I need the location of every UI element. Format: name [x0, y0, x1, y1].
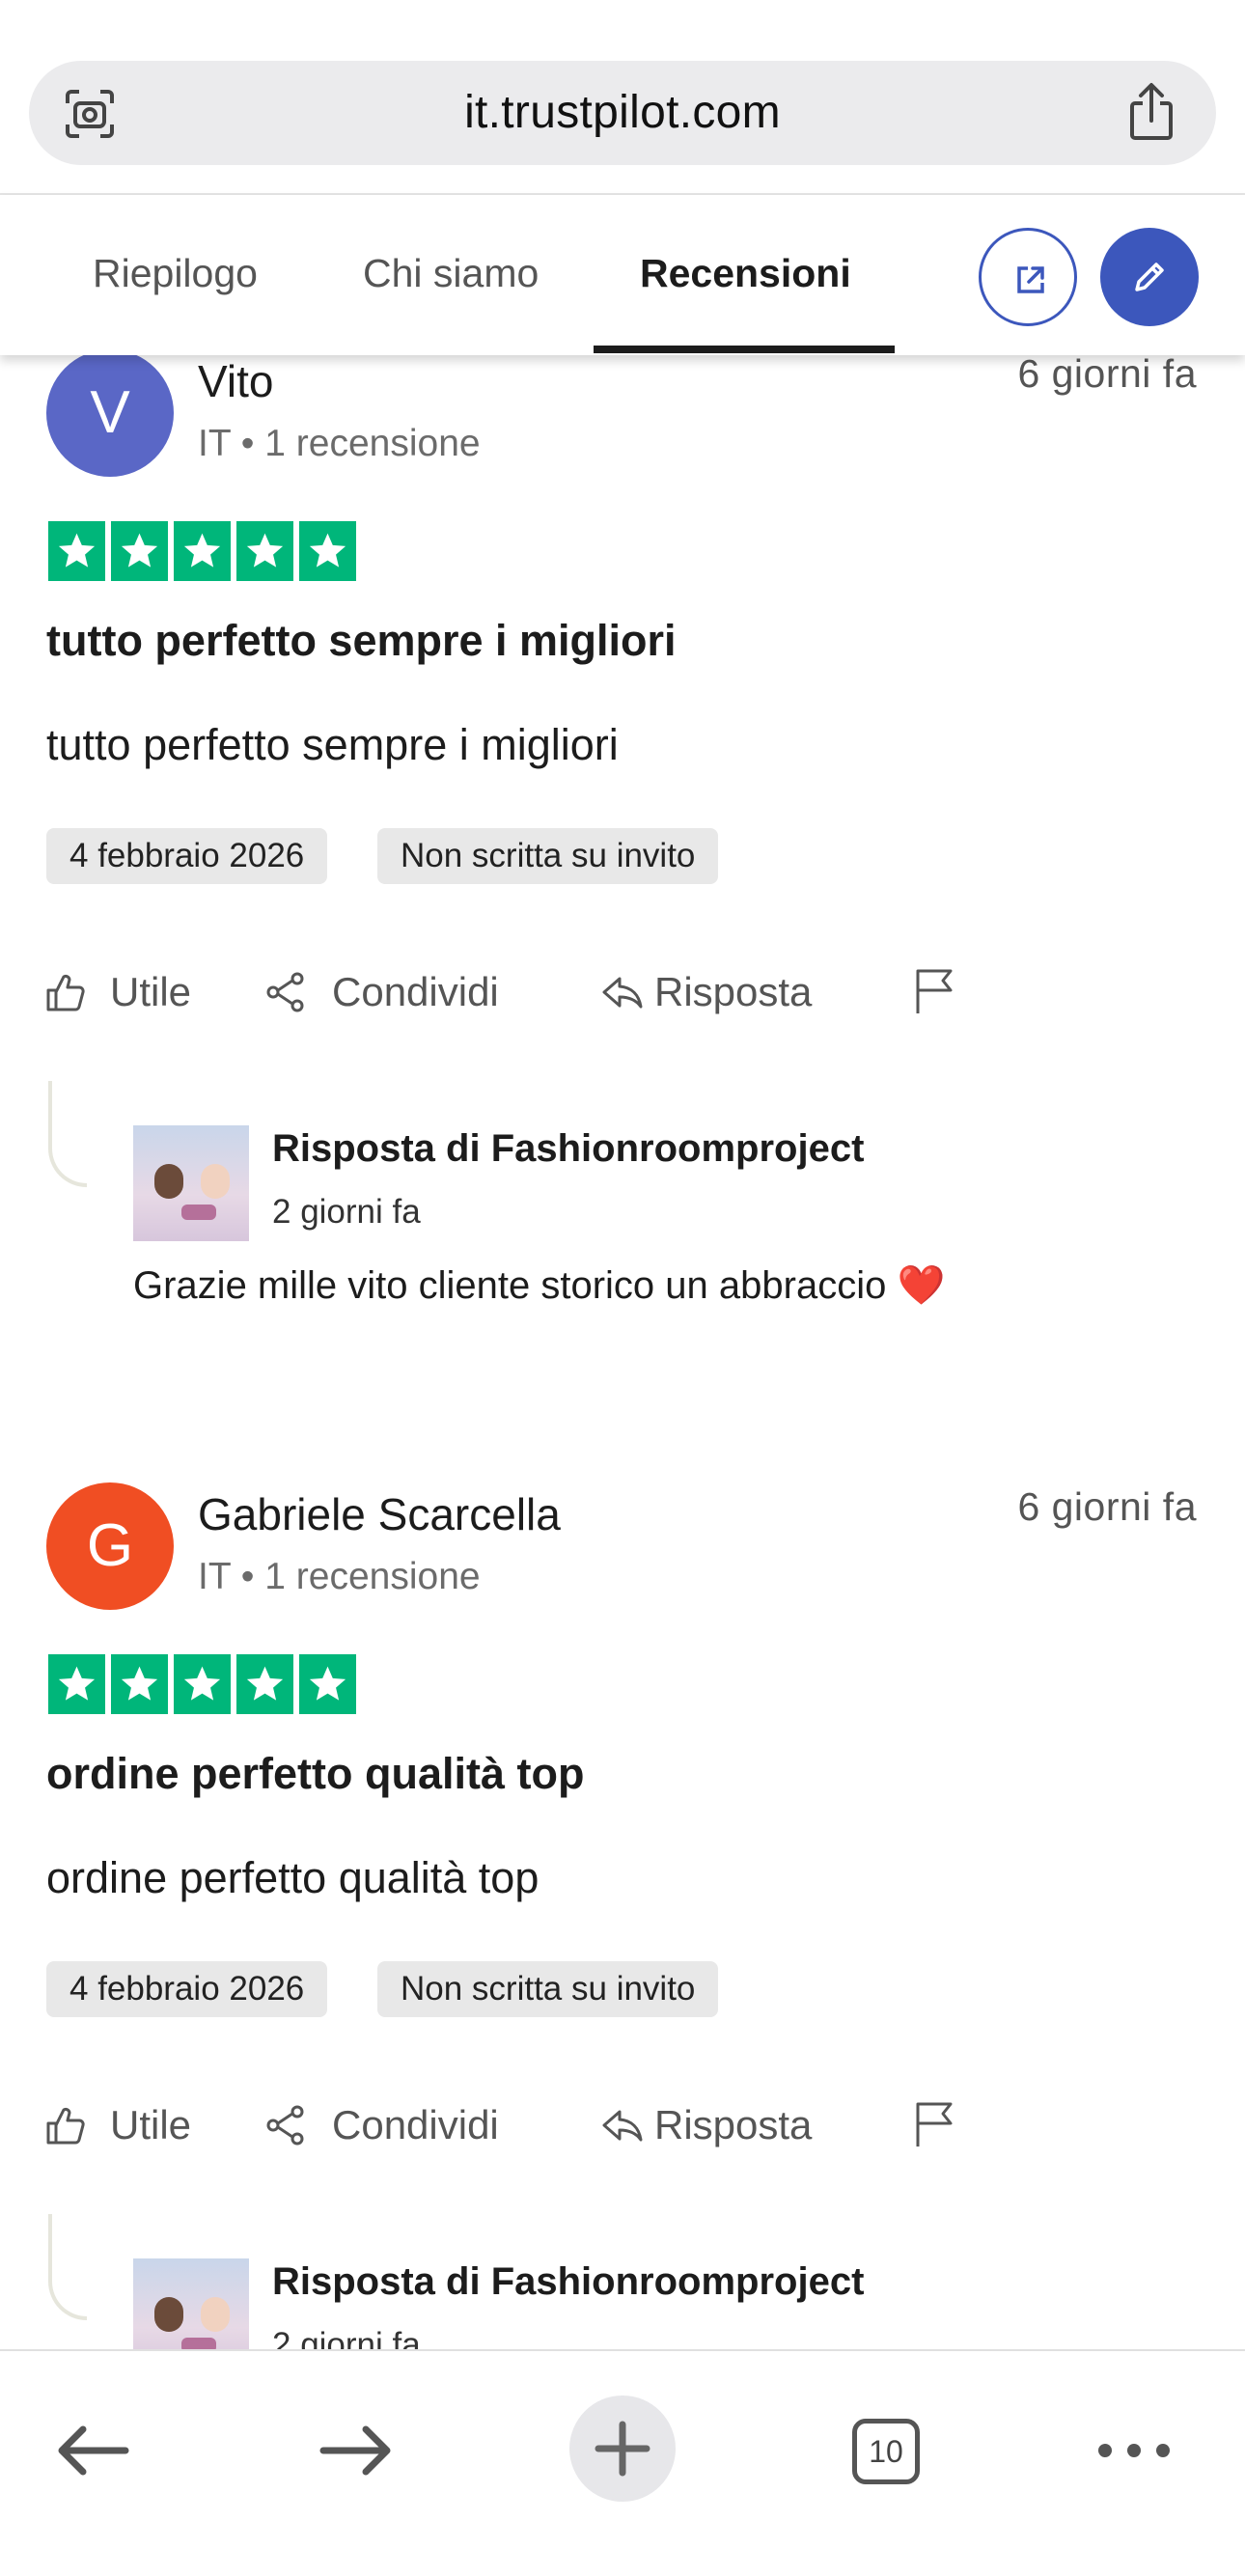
more-dots-icon — [1098, 2444, 1170, 2457]
pencil-icon — [1135, 263, 1164, 291]
useful-label: Utile — [110, 2102, 192, 2147]
useful-button[interactable]: Utile — [44, 2096, 208, 2154]
star-icon — [48, 1654, 105, 1714]
useful-button[interactable]: Utile — [44, 963, 208, 1021]
arrow-right-icon — [319, 2425, 391, 2476]
review-title[interactable]: ordine perfetto qualità top — [46, 1749, 585, 1799]
star-icon — [174, 521, 231, 581]
reply-label: Risposta — [654, 2102, 813, 2147]
url-text[interactable]: it.trustpilot.com — [29, 61, 1216, 165]
reviewer-name[interactable]: Vito — [198, 355, 273, 407]
reply-author: Risposta di Fashionroomproject — [272, 1127, 865, 1170]
star-icon — [111, 521, 168, 581]
forward-button[interactable] — [304, 2397, 410, 2504]
share-label: Condividi — [332, 969, 499, 1014]
star-rating — [48, 521, 359, 581]
review-relative-date: 6 giorni fa — [1017, 351, 1197, 396]
external-link-icon — [1017, 266, 1044, 293]
invite-status-chip: Non scritta su invito — [377, 1961, 719, 2017]
back-button[interactable] — [39, 2397, 145, 2504]
share-nodes-icon — [266, 972, 304, 1012]
reply-author: Risposta di Fashionroomproject — [272, 2260, 865, 2303]
flag-icon[interactable] — [914, 967, 956, 1015]
browser-bottom-toolbar: 10 — [0, 2349, 1245, 2576]
tabs-count-button[interactable]: 10 — [852, 2419, 920, 2484]
reviewer-meta: IT • 1 recensione — [198, 1556, 481, 1597]
thumbs-up-icon — [46, 2107, 85, 2145]
invite-status-chip: Non scritta su invito — [377, 828, 719, 884]
star-icon — [111, 1654, 168, 1714]
active-tab-indicator — [594, 346, 895, 353]
review-body: ordine perfetto qualità top — [46, 1853, 540, 1902]
reply-button[interactable]: Risposta — [600, 963, 832, 1021]
tab-chi-siamo[interactable]: Chi siamo — [363, 195, 539, 355]
reply-date: 2 giorni fa — [272, 1193, 421, 1231]
share-label: Condividi — [332, 2102, 499, 2147]
review-date-chip: 4 febbraio 2026 — [46, 1961, 328, 2017]
plus-icon — [595, 2421, 650, 2477]
star-rating — [48, 1654, 359, 1714]
review-title[interactable]: tutto perfetto sempre i migliori — [46, 616, 677, 666]
star-icon — [299, 1654, 356, 1714]
heart-emoji: ❤️ — [897, 1264, 946, 1307]
star-icon — [299, 521, 356, 581]
company-tab-nav: Riepilogo Chi siamo Recensioni — [0, 195, 1245, 355]
reply-connector-line — [48, 2214, 87, 2320]
reviewer-name[interactable]: Gabriele Scarcella — [198, 1488, 561, 1540]
reply-text: Grazie mille vito cliente storico un abb… — [133, 1262, 945, 1308]
star-icon — [236, 1654, 293, 1714]
useful-label: Utile — [110, 969, 192, 1014]
review-body: tutto perfetto sempre i migliori — [46, 720, 619, 769]
reply-connector-line — [48, 1081, 87, 1187]
share-review-button[interactable]: Condividi — [264, 963, 515, 1021]
reply-arrow-icon — [602, 2110, 643, 2142]
share-nodes-icon — [266, 2105, 304, 2146]
star-icon — [174, 1654, 231, 1714]
tab-recensioni[interactable]: Recensioni — [640, 195, 851, 355]
more-menu-button[interactable] — [1081, 2397, 1187, 2504]
avatar[interactable]: V — [46, 349, 174, 477]
avatar[interactable]: G — [46, 1482, 174, 1610]
new-tab-button[interactable] — [569, 2396, 676, 2502]
write-review-button[interactable] — [1100, 228, 1199, 326]
company-logo — [133, 1125, 249, 1241]
star-icon — [236, 521, 293, 581]
reply-label: Risposta — [654, 969, 813, 1014]
share-icon[interactable] — [1125, 82, 1177, 142]
browser-url-bar-area: it.trustpilot.com — [0, 0, 1245, 195]
tab-riepilogo[interactable]: Riepilogo — [93, 195, 258, 355]
review-date-chip: 4 febbraio 2026 — [46, 828, 328, 884]
review-card: V Vito IT • 1 recensione 6 giorni fa tut… — [0, 347, 1245, 1419]
share-review-button[interactable]: Condividi — [264, 2096, 515, 2154]
arrow-left-icon — [58, 2425, 129, 2476]
address-bar[interactable]: it.trustpilot.com — [29, 61, 1216, 165]
flag-icon[interactable] — [914, 2100, 956, 2148]
reply-arrow-icon — [602, 977, 643, 1009]
reply-text-content: Grazie mille vito cliente storico un abb… — [133, 1264, 887, 1307]
open-website-button[interactable] — [979, 228, 1077, 326]
reply-button[interactable]: Risposta — [600, 2096, 832, 2154]
star-icon — [48, 521, 105, 581]
reviewer-meta: IT • 1 recensione — [198, 423, 481, 464]
thumbs-up-icon — [46, 974, 85, 1011]
review-relative-date: 6 giorni fa — [1017, 1484, 1197, 1529]
